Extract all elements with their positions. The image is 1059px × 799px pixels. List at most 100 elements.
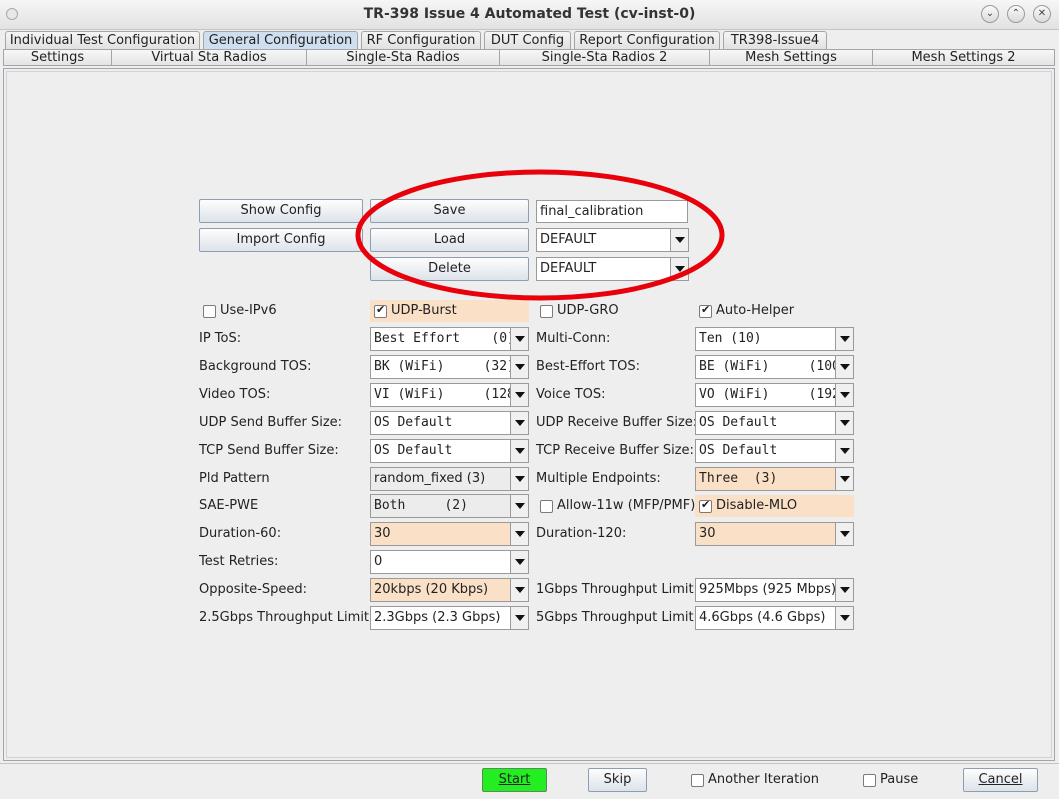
chevron-down-icon[interactable] (510, 328, 528, 350)
chevron-down-icon[interactable] (835, 607, 853, 629)
tab-dut-config[interactable]: DUT Config (484, 31, 571, 49)
pld-pattern-label: Pld Pattern (199, 471, 270, 486)
skip-button[interactable]: Skip (588, 768, 647, 792)
tab-single-sta-radios-2[interactable]: Single-Sta Radios 2 (499, 49, 710, 66)
multi-conn-label: Multi-Conn: (536, 331, 611, 346)
auto-helper-label: Auto-Helper (716, 303, 795, 318)
chevron-down-icon[interactable] (510, 384, 528, 406)
tab-general-configuration[interactable]: General Configuration (203, 31, 358, 49)
best-effort-tos-select[interactable]: BE (WiFi) (100) (695, 355, 854, 379)
use-ipv6-checkbox[interactable] (203, 305, 216, 318)
maximize-icon[interactable]: ⌃ (1007, 5, 1025, 23)
multi-conn-select[interactable]: Ten (10) (695, 327, 854, 351)
tab-rf-configuration[interactable]: RF Configuration (361, 31, 481, 49)
another-iteration-checkbox[interactable] (691, 774, 704, 787)
multiple-endpoints-select[interactable]: Three (3) (695, 467, 854, 491)
multiple-endpoints-value: Three (3) (699, 471, 778, 486)
close-icon[interactable]: ✕ (1033, 5, 1051, 23)
chevron-down-icon[interactable] (835, 440, 853, 462)
disable-mlo-checkbox[interactable] (699, 498, 712, 513)
ip-tos-select[interactable]: Best Effort (0) (370, 327, 529, 351)
tab-mesh-settings[interactable]: Mesh Settings (709, 49, 873, 66)
pld-pattern-select[interactable]: random_fixed (3) (370, 467, 529, 491)
udp-receive-buffer-select[interactable]: OS Default (695, 411, 854, 435)
tab-virtual-sta-radios[interactable]: Virtual Sta Radios (111, 49, 307, 66)
tcp-send-buffer-select[interactable]: OS Default (370, 439, 529, 463)
chevron-down-icon[interactable] (835, 412, 853, 434)
tcp-receive-buffer-select[interactable]: OS Default (695, 439, 854, 463)
chevron-down-icon[interactable] (835, 468, 853, 490)
chevron-down-icon[interactable] (835, 579, 853, 601)
udp-gro-checkbox[interactable] (540, 305, 553, 318)
gbps1-limit-select[interactable]: 925Mbps (925 Mbps) (695, 578, 854, 602)
opposite-speed-select[interactable]: 20kbps (20 Kbps) (370, 578, 529, 602)
video-tos-select[interactable]: VI (WiFi) (128) (370, 383, 529, 407)
udp-send-buffer-label: UDP Send Buffer Size: (199, 415, 343, 430)
chevron-down-icon[interactable] (510, 607, 528, 629)
chevron-down-icon[interactable] (510, 440, 528, 462)
tab-individual-test-configuration[interactable]: Individual Test Configuration (5, 31, 200, 49)
pause-checkbox[interactable] (863, 774, 876, 787)
tab-single-sta-radios[interactable]: Single-Sta Radios (306, 49, 500, 66)
gbps5-limit-label: 5Gbps Throughput Limit: (536, 610, 699, 625)
ip-tos-label: IP ToS: (199, 331, 242, 346)
udp-send-buffer-select[interactable]: OS Default (370, 411, 529, 435)
ip-tos-value: Best Effort (0) (374, 331, 515, 346)
allow-11w-label: Allow-11w (MFP/PMF) (557, 498, 696, 513)
duration-120-select[interactable]: 30 (695, 522, 854, 546)
chevron-down-icon[interactable] (510, 468, 528, 490)
test-retries-select[interactable]: 0 (370, 550, 529, 574)
tcp-send-buffer-label: TCP Send Buffer Size: (199, 443, 339, 458)
voice-tos-value: VO (WiFi) (192) (699, 387, 848, 402)
chevron-down-icon[interactable] (510, 579, 528, 601)
chevron-down-icon[interactable] (510, 356, 528, 378)
chevron-down-icon[interactable] (835, 384, 853, 406)
tab-settings[interactable]: Settings (3, 49, 112, 66)
background-tos-select[interactable]: BK (WiFi) (32) (370, 355, 529, 379)
tcp-send-buffer-value: OS Default (374, 443, 453, 458)
pld-pattern-value: random_fixed (3) (374, 471, 486, 486)
chevron-down-icon[interactable] (835, 328, 853, 350)
chevron-down-icon[interactable] (510, 523, 528, 545)
annotation-ellipse-shape (355, 169, 725, 301)
duration-60-value: 30 (374, 526, 391, 541)
auto-helper-checkbox[interactable] (699, 303, 712, 318)
disable-mlo-label: Disable-MLO (716, 498, 798, 513)
chevron-down-icon[interactable] (835, 356, 853, 378)
sae-pwe-value: Both (2) (374, 498, 468, 513)
udp-receive-buffer-value: OS Default (699, 415, 778, 430)
show-config-button[interactable]: Show Config (199, 199, 363, 223)
video-tos-label: Video TOS: (199, 387, 271, 402)
import-config-button[interactable]: Import Config (199, 228, 363, 252)
tab-report-configuration[interactable]: Report Configuration (574, 31, 720, 49)
chevron-down-icon[interactable] (510, 551, 528, 573)
multiple-endpoints-label: Multiple Endpoints: (536, 471, 661, 486)
voice-tos-label: Voice TOS: (536, 387, 606, 402)
annotation-ellipse (355, 169, 725, 301)
tab-mesh-settings-2[interactable]: Mesh Settings 2 (872, 49, 1055, 66)
gbps25-limit-select[interactable]: 2.3Gbps (2.3 Gbps) (370, 606, 529, 630)
udp-gro-label: UDP-GRO (557, 303, 619, 318)
chevron-down-icon[interactable] (510, 495, 528, 517)
udp-burst-checkbox[interactable] (374, 303, 387, 318)
cancel-button[interactable]: Cancel (963, 768, 1038, 792)
allow-11w-checkbox[interactable] (540, 500, 553, 513)
sae-pwe-label: SAE-PWE (199, 498, 259, 513)
voice-tos-select[interactable]: VO (WiFi) (192) (695, 383, 854, 407)
window-title: TR-398 Issue 4 Automated Test (cv-inst-0… (363, 6, 696, 22)
tab-tr398-issue4[interactable]: TR398-Issue4 (723, 31, 827, 49)
start-button[interactable]: Start (482, 768, 547, 792)
test-retries-value: 0 (374, 554, 383, 569)
duration-60-label: Duration-60: (199, 526, 282, 541)
chevron-down-icon[interactable] (510, 412, 528, 434)
chevron-down-icon[interactable] (835, 523, 853, 545)
best-effort-tos-label: Best-Effort TOS: (536, 359, 640, 374)
gbps25-limit-label: 2.5Gbps Throughput Limit: (199, 610, 374, 625)
pause-label: Pause (880, 772, 919, 787)
duration-60-select[interactable]: 30 (370, 522, 529, 546)
tcp-receive-buffer-label: TCP Receive Buffer Size: (536, 443, 694, 458)
sae-pwe-select[interactable]: Both (2) (370, 494, 529, 518)
minimize-icon[interactable]: ⌄ (981, 5, 999, 23)
gbps5-limit-select[interactable]: 4.6Gbps (4.6 Gbps) (695, 606, 854, 630)
use-ipv6-label: Use-IPv6 (220, 303, 277, 318)
